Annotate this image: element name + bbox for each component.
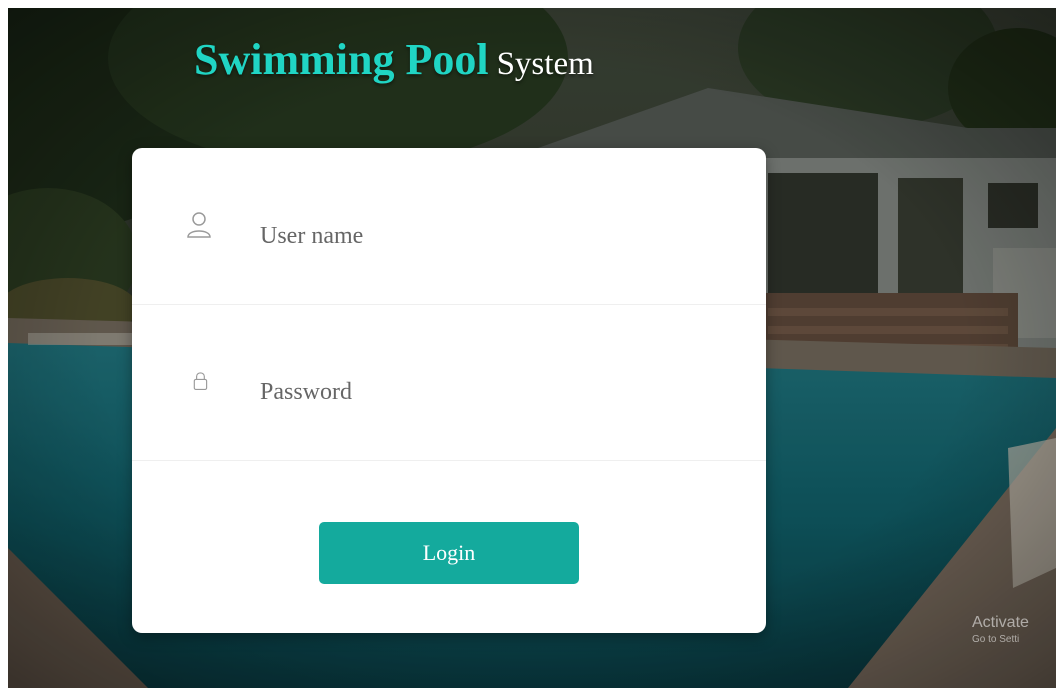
username-input[interactable] — [260, 216, 700, 256]
watermark-title: Activate — [972, 614, 1029, 631]
watermark-subtitle: Go to Setti — [972, 634, 1020, 645]
app-title: Swimming Pool System — [194, 34, 594, 85]
app-title-accent: Swimming Pool — [194, 35, 489, 84]
login-screen: Swimming PoolSystem Login Activate Go to… — [8, 8, 1056, 688]
password-input[interactable] — [260, 372, 700, 412]
activate-windows-watermark: Activate Go to Setti — [972, 614, 1029, 645]
app-title-rest: System — [496, 46, 594, 82]
user-icon — [187, 212, 211, 238]
username-row — [132, 148, 766, 305]
lock-icon — [193, 372, 208, 391]
login-button[interactable]: Login — [319, 522, 579, 584]
login-card: Login — [132, 148, 766, 633]
password-row — [132, 304, 766, 461]
